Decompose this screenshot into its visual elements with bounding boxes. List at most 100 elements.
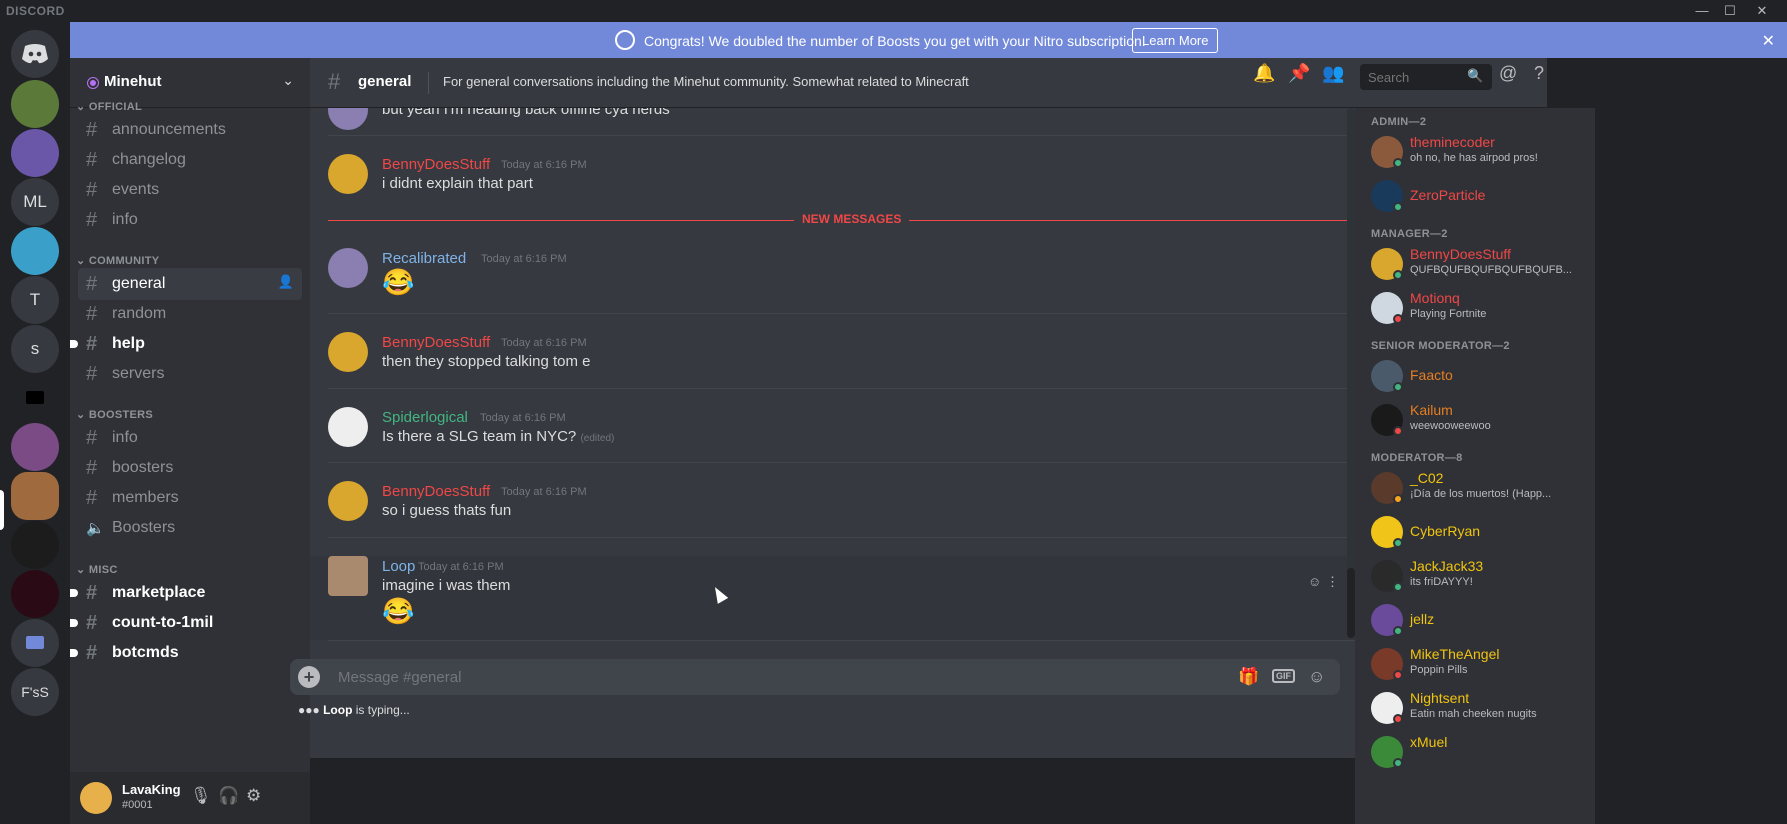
server-icon-10[interactable] bbox=[11, 521, 59, 569]
avatar[interactable] bbox=[328, 108, 368, 130]
unread-indicator bbox=[70, 589, 78, 597]
avatar[interactable] bbox=[80, 782, 112, 814]
folder-icon-2[interactable] bbox=[11, 619, 59, 667]
banner-close-icon[interactable]: ✕ bbox=[1762, 31, 1775, 51]
emoji-picker-icon[interactable]: ☺ bbox=[1308, 667, 1325, 687]
home-button[interactable] bbox=[11, 30, 59, 78]
channel-marketplace[interactable]: # marketplace bbox=[70, 577, 302, 609]
message-author[interactable]: Loop bbox=[382, 558, 415, 575]
message-author[interactable]: BennyDoesStuff bbox=[382, 483, 490, 500]
hash-icon: # bbox=[328, 69, 341, 94]
gif-icon[interactable]: GIF bbox=[1272, 669, 1295, 683]
member-item[interactable]: Faacto bbox=[1363, 354, 1587, 398]
message-author[interactable]: BennyDoesStuff bbox=[382, 334, 490, 351]
channel-changelog[interactable]: # changelog bbox=[78, 144, 302, 176]
bell-icon[interactable]: 🔔 bbox=[1253, 63, 1275, 84]
mention-icon[interactable]: @ bbox=[1499, 63, 1517, 84]
more-options-icon[interactable]: ⋮ bbox=[1326, 574, 1339, 590]
server-icon-1[interactable] bbox=[11, 80, 59, 128]
member-item[interactable]: xMuel bbox=[1363, 730, 1587, 774]
member-item[interactable]: Motionq Playing Fortnite bbox=[1363, 286, 1587, 330]
hash-icon: # bbox=[86, 333, 98, 355]
mute-icon[interactable]: 🎙 bbox=[190, 786, 212, 806]
close-window-button[interactable]: ✕ bbox=[1748, 2, 1776, 20]
message-author[interactable]: Recalibrated bbox=[382, 250, 466, 267]
member-item[interactable]: JackJack33 its friDAYYY! bbox=[1363, 554, 1587, 598]
minimize-button[interactable]: — bbox=[1688, 2, 1716, 20]
scrollbar[interactable] bbox=[1347, 108, 1355, 638]
invite-icon[interactable]: 👤 bbox=[278, 274, 294, 290]
channel-count-to-1mil[interactable]: # count-to-1mil bbox=[70, 607, 302, 639]
add-reaction-icon[interactable]: ☺ bbox=[1308, 574, 1321, 589]
hash-icon: # bbox=[86, 582, 98, 604]
channel-members[interactable]: # members bbox=[78, 482, 302, 514]
category-official[interactable]: ⌄ OFFICIAL bbox=[76, 100, 142, 113]
message-text: but yeah I'm heading back offline cya ne… bbox=[382, 108, 670, 118]
learn-more-button[interactable]: Learn More bbox=[1132, 28, 1219, 53]
channel-help[interactable]: # help bbox=[70, 328, 302, 360]
folder-icon[interactable] bbox=[11, 374, 59, 422]
upload-plus-icon[interactable]: + bbox=[298, 666, 320, 688]
member-item[interactable]: Nightsent Eatin mah cheeken nugits bbox=[1363, 686, 1587, 730]
speaker-icon: 🔈 bbox=[86, 520, 105, 537]
member-item[interactable]: ZeroParticle bbox=[1363, 174, 1587, 218]
message-divider bbox=[328, 640, 1518, 641]
server-icon-4[interactable] bbox=[11, 227, 59, 275]
avatar[interactable] bbox=[328, 248, 368, 288]
member-item[interactable]: Kailum weewooweewoo bbox=[1363, 398, 1587, 442]
message-author[interactable]: Spiderlogical bbox=[382, 409, 468, 426]
channel-announcements[interactable]: # announcements bbox=[78, 114, 302, 146]
status-online-icon bbox=[1393, 158, 1403, 168]
channel-servers[interactable]: # servers bbox=[78, 358, 302, 390]
member-activity: weewooweewoo bbox=[1410, 420, 1491, 432]
emoji: 😂 bbox=[382, 596, 415, 626]
headphones-icon[interactable]: 🎧 bbox=[218, 786, 239, 806]
server-icon-11[interactable] bbox=[11, 570, 59, 618]
message-input[interactable] bbox=[338, 667, 1218, 687]
members-icon[interactable]: 👥 bbox=[1322, 63, 1344, 84]
channel-topic[interactable]: For general conversations including the … bbox=[443, 74, 969, 89]
message-divider bbox=[328, 537, 1518, 538]
server-icon-8[interactable] bbox=[11, 423, 59, 471]
category-boosters[interactable]: ⌄ BOOSTERS bbox=[76, 408, 153, 421]
gear-icon[interactable]: ⚙ bbox=[246, 786, 261, 806]
channel-botcmds[interactable]: # botcmds bbox=[70, 637, 302, 669]
server-icon-minehut[interactable] bbox=[11, 472, 59, 520]
server-icon-2[interactable] bbox=[11, 129, 59, 177]
member-item[interactable]: jellz bbox=[1363, 598, 1587, 642]
member-activity: its friDAYYY! bbox=[1410, 576, 1473, 588]
member-item[interactable]: MikeTheAngel Poppin Pills bbox=[1363, 642, 1587, 686]
avatar[interactable] bbox=[328, 556, 368, 596]
avatar[interactable] bbox=[328, 154, 368, 194]
category-community[interactable]: ⌄ COMMUNITY bbox=[76, 254, 159, 267]
status-online-icon bbox=[1393, 202, 1403, 212]
voice-channel-boosters[interactable]: 🔈 Boosters bbox=[78, 512, 302, 544]
timestamp: Today at 6:16 PM bbox=[501, 159, 587, 171]
typing-indicator: ●●● Loop is typing... bbox=[298, 703, 410, 717]
channel-info[interactable]: # info bbox=[78, 204, 302, 236]
avatar[interactable] bbox=[328, 407, 368, 447]
member-item[interactable]: BennyDoesStuff QUFBQUFBQUFBQUFBQUFB... bbox=[1363, 242, 1587, 286]
maximize-button[interactable]: ☐ bbox=[1716, 2, 1744, 20]
member-item[interactable]: theminecoder oh no, he has airpod pros! bbox=[1363, 130, 1587, 174]
channel-events[interactable]: # events bbox=[78, 174, 302, 206]
member-item[interactable]: CyberRyan bbox=[1363, 510, 1587, 554]
avatar[interactable] bbox=[328, 332, 368, 372]
gift-icon[interactable]: 🎁 bbox=[1238, 667, 1259, 687]
pin-icon[interactable]: 📌 bbox=[1288, 63, 1310, 84]
server-icon-fss[interactable]: F'sS bbox=[11, 668, 59, 716]
channel-boosters-info[interactable]: # info bbox=[78, 422, 302, 454]
channel-boosters[interactable]: # boosters bbox=[78, 452, 302, 484]
message-author[interactable]: BennyDoesStuff bbox=[382, 156, 490, 173]
user-tag: #0001 bbox=[122, 799, 153, 811]
avatar[interactable] bbox=[328, 481, 368, 521]
channel-random[interactable]: # random bbox=[78, 298, 302, 330]
channel-general[interactable]: # general 👤 bbox=[78, 268, 302, 300]
server-icon-ml[interactable]: ML bbox=[11, 178, 59, 226]
help-icon[interactable]: ? bbox=[1534, 63, 1544, 84]
server-icon-s[interactable]: s bbox=[11, 325, 59, 373]
scrollbar-thumb[interactable] bbox=[1347, 568, 1355, 638]
member-item[interactable]: _C02 ¡Día de los muertos! (Happ... bbox=[1363, 466, 1587, 510]
category-misc[interactable]: ⌄ MISC bbox=[76, 563, 118, 576]
server-icon-t[interactable]: T bbox=[11, 276, 59, 324]
